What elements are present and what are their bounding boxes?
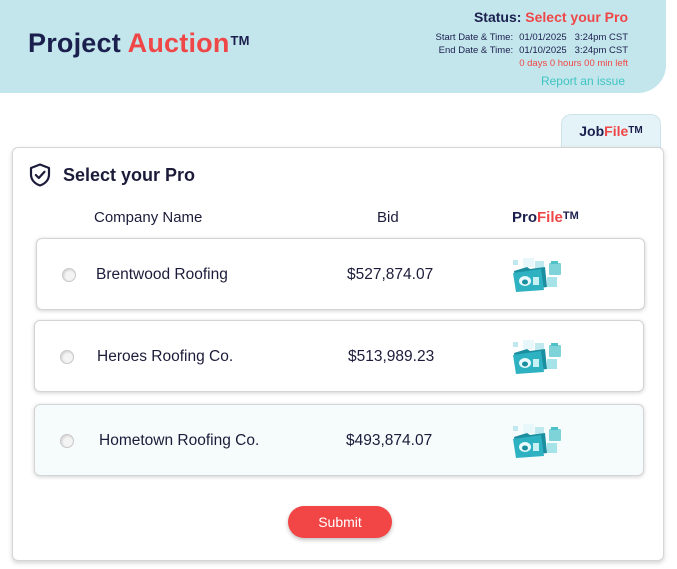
end-date-label: End Date & Time: — [438, 45, 514, 56]
bid-amount: $527,874.07 — [347, 266, 434, 283]
bid-row-brentwood[interactable]: Brentwood Roofing $527,874.07 — [36, 238, 645, 310]
profile-folder-icon[interactable] — [511, 257, 569, 293]
start-time-value: 3:24pm CST — [574, 32, 628, 43]
profile-header-part1: Pro — [512, 209, 538, 226]
tab-jobfile-tm: TM — [628, 125, 643, 136]
brand-word-auction: Auction — [127, 28, 230, 58]
report-issue-link[interactable]: Report an issue — [541, 74, 625, 88]
company-name: Heroes Roofing Co. — [97, 348, 234, 365]
select-pro-card: Select your Pro Company Name Bid ProFile… — [12, 147, 664, 561]
status-label: Status: — [473, 9, 522, 25]
column-header-profile: ProFileTM — [512, 209, 579, 226]
bid-amount: $493,874.07 — [346, 432, 433, 449]
profile-folder-icon[interactable] — [511, 423, 569, 459]
select-radio[interactable] — [60, 434, 74, 448]
submit-button[interactable]: Submit — [288, 506, 392, 538]
tab-jobfile-part1: Job — [579, 123, 605, 139]
status-value: Select your Pro — [525, 9, 628, 25]
select-radio[interactable] — [62, 268, 76, 282]
start-date-value: 01/01/2025 — [519, 32, 567, 43]
start-date-row: Start Date & Time: 01/01/2025 3:24pm CST — [436, 31, 629, 44]
bid-row-heroes[interactable]: Heroes Roofing Co. $513,989.23 — [34, 320, 644, 392]
brand-logo: Project AuctionTM — [28, 28, 250, 59]
profile-header-tm: TM — [562, 210, 579, 222]
column-header-bid: Bid — [377, 209, 399, 226]
brand-trademark: TM — [230, 33, 250, 48]
start-date-label: Start Date & Time: — [435, 32, 514, 43]
profile-folder-icon[interactable] — [511, 339, 569, 375]
time-remaining: 0 days 0 hours 00 min left — [519, 58, 628, 69]
page-header: Project AuctionTM Status: Select your Pr… — [0, 0, 666, 93]
end-date-row: End Date & Time: 01/10/2025 3:24pm CST — [436, 44, 628, 57]
bid-amount: $513,989.23 — [348, 348, 435, 365]
brand-word-project: Project — [28, 28, 128, 58]
end-time-value: 3:24pm CST — [574, 45, 628, 56]
end-date-value: 01/10/2025 — [519, 45, 567, 56]
shield-check-icon — [29, 163, 51, 187]
company-name: Brentwood Roofing — [96, 266, 228, 283]
tab-jobfile-part2: File — [604, 123, 629, 139]
bid-row-hometown[interactable]: Hometown Roofing Co. $493,874.07 — [34, 404, 644, 476]
column-header-company: Company Name — [94, 209, 203, 226]
auction-status: Status: Select your Pro — [474, 9, 628, 25]
profile-header-part2: File — [537, 209, 563, 226]
card-title: Select your Pro — [29, 163, 195, 187]
card-title-text: Select your Pro — [63, 164, 196, 185]
auction-dates: Start Date & Time: 01/01/2025 3:24pm CST E… — [436, 31, 629, 57]
company-name: Hometown Roofing Co. — [99, 432, 260, 449]
select-radio[interactable] — [60, 350, 74, 364]
